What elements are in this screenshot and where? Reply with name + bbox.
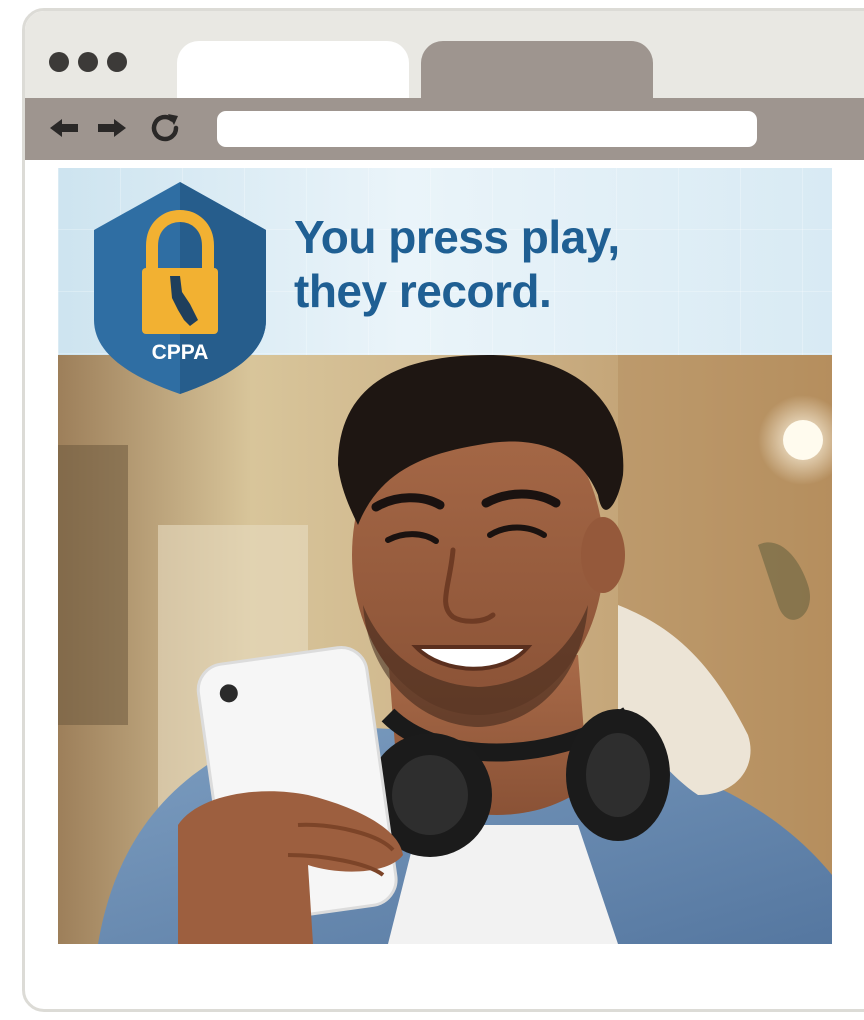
arrow-right-icon[interactable] [95, 108, 129, 148]
reload-icon[interactable] [145, 108, 185, 148]
address-bar[interactable] [217, 111, 757, 147]
window-dot-maximize[interactable] [107, 52, 127, 72]
cppa-logo-text: CPPA [151, 341, 209, 364]
page-content: You press play, they record. CPPA [58, 168, 832, 944]
tab-active[interactable] [177, 41, 409, 103]
headline-line-1: You press play, [294, 211, 620, 263]
title-bar [25, 11, 864, 103]
arrow-left-icon[interactable] [47, 108, 81, 148]
browser-toolbar [25, 98, 864, 160]
banner-headline: You press play, they record. [294, 210, 620, 318]
tab-inactive[interactable] [421, 41, 653, 103]
browser-window: You press play, they record. CPPA [22, 8, 864, 1012]
headline-line-2: they record. [294, 265, 552, 317]
window-dot-close[interactable] [49, 52, 69, 72]
window-dot-minimize[interactable] [78, 52, 98, 72]
cppa-logo: CPPA [90, 180, 270, 396]
person-smiling-at-phone-image [58, 355, 832, 944]
